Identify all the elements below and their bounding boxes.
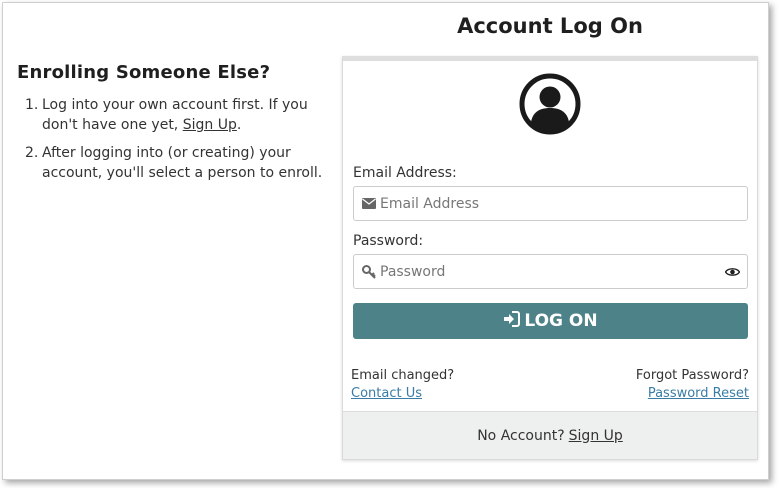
enroll-step-1: 1. Log into your own account first. If y… [17,95,327,135]
step-number: 2. [25,145,39,161]
email-changed-text: Email changed? [351,368,455,383]
no-account-text: No Account? [477,427,565,444]
forgot-password-text: Forgot Password? [635,368,749,383]
enroll-steps: 1. Log into your own account first. If y… [17,95,327,183]
step-number: 1. [25,97,39,113]
password-input[interactable] [380,255,717,288]
login-card: Email Address: Password: [342,56,758,460]
enroll-step-2: 2. After logging into (or creating) your… [17,143,327,183]
email-input[interactable] [380,187,747,220]
user-circle-icon [519,73,581,135]
log-on-button[interactable]: LOG ON [353,303,748,339]
signup-link-inline[interactable]: Sign Up [183,117,237,133]
contact-us-link[interactable]: Contact Us [351,386,422,401]
step-text: Log into your own account first. If you … [42,95,327,135]
enroll-heading: Enrolling Someone Else? [17,62,271,83]
step-text: After logging into (or creating) your ac… [42,145,323,181]
email-field-wrapper [353,186,748,221]
card-footer: No Account? Sign Up [343,411,757,459]
eye-icon[interactable] [717,267,747,277]
password-help: Forgot Password? Password Reset [636,367,749,403]
envelope-icon [354,198,380,209]
password-label: Password: [353,233,424,249]
footer-signup-link[interactable]: Sign Up [569,428,623,444]
log-on-label: LOG ON [524,311,598,331]
password-reset-link[interactable]: Password Reset [648,386,749,401]
sign-in-icon [503,310,521,332]
step-text-after: . [236,117,242,133]
page-title: Account Log On [457,14,643,38]
email-help: Email changed? Contact Us [351,367,454,403]
enroll-info-panel: Enrolling Someone Else? 1. Log into your… [17,62,327,191]
step-text-before: Log into your own account first. If you … [42,97,308,133]
password-field-wrapper [353,254,748,289]
email-label: Email Address: [353,165,457,181]
key-icon [354,264,380,279]
